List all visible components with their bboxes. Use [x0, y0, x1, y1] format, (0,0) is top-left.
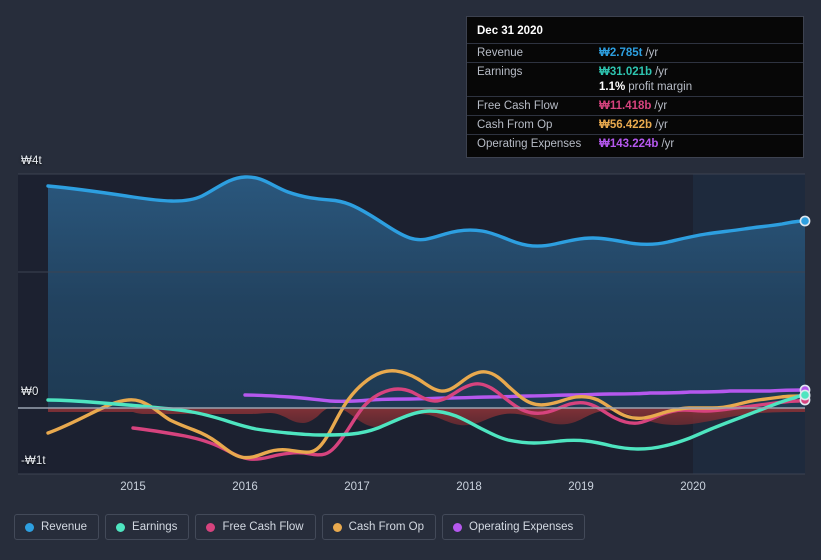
- tooltip-label-free-cash-flow: Free Cash Flow: [477, 100, 559, 112]
- tooltip-row-profit-margin: 1.1% profit margin: [467, 81, 803, 96]
- tooltip-value-operating-expenses: ₩143.224b: [599, 138, 659, 150]
- legend-item-earnings[interactable]: Earnings: [105, 514, 190, 540]
- endpoint-marker-revenue[interactable]: [799, 215, 811, 227]
- endpoint-marker-earnings[interactable]: [799, 389, 811, 401]
- legend-dot-cash-from-op-icon: [332, 522, 342, 532]
- tooltip-label-revenue: Revenue: [477, 47, 524, 59]
- tooltip-row-earnings: Earnings ₩31.021b /yr: [467, 62, 803, 81]
- tooltip-value-profit-margin: 1.1%: [599, 81, 626, 93]
- tooltip-value-earnings: ₩31.021b: [599, 66, 653, 78]
- data-tooltip: Dec 31 2020 Revenue ₩2.785t /yr Earnings…: [466, 16, 804, 158]
- tooltip-value-revenue: ₩2.785t: [599, 47, 643, 59]
- tooltip-label-cash-from-op: Cash From Op: [477, 119, 553, 131]
- x-axis-label-2019: 2019: [568, 481, 594, 493]
- x-axis-label-2017: 2017: [344, 481, 370, 493]
- legend-dot-free-cash-flow-icon: [206, 522, 216, 532]
- chart-legend: Revenue Earnings Free Cash Flow Cash Fro…: [14, 514, 586, 540]
- x-axis-label-2015: 2015: [120, 481, 146, 493]
- x-axis-label-2020: 2020: [680, 481, 706, 493]
- x-axis-label-2018: 2018: [456, 481, 482, 493]
- legend-dot-revenue-icon: [25, 522, 34, 532]
- legend-label-free-cash-flow: Free Cash Flow: [222, 521, 304, 533]
- financial-area-chart: ₩4t ₩0 -₩1t 2015 2016 2017 2018 2019 202…: [0, 0, 821, 560]
- tooltip-unit-earnings: /yr: [655, 66, 668, 78]
- y-axis-label-neg1t: -₩1t: [21, 455, 46, 467]
- y-axis-label-0: ₩0: [21, 386, 39, 398]
- tooltip-row-cash-from-op: Cash From Op ₩56.422b /yr: [467, 115, 803, 134]
- legend-item-operating-expenses[interactable]: Operating Expenses: [442, 514, 586, 540]
- legend-dot-earnings-icon: [116, 522, 126, 532]
- tooltip-value-free-cash-flow: ₩11.418b: [599, 100, 652, 112]
- legend-item-free-cash-flow[interactable]: Free Cash Flow: [195, 514, 316, 540]
- tooltip-row-free-cash-flow: Free Cash Flow ₩11.418b /yr: [467, 96, 803, 115]
- tooltip-label-earnings: Earnings: [477, 66, 523, 78]
- legend-item-revenue[interactable]: Revenue: [14, 514, 100, 540]
- tooltip-value-cash-from-op: ₩56.422b: [599, 119, 653, 131]
- legend-label-revenue: Revenue: [41, 521, 88, 533]
- tooltip-label-operating-expenses: Operating Expenses: [477, 138, 582, 150]
- tooltip-unit-revenue: /yr: [645, 47, 659, 59]
- tooltip-title: Dec 31 2020: [477, 25, 543, 37]
- legend-dot-operating-expenses-icon: [453, 522, 463, 532]
- tooltip-unit-profit-margin: profit margin: [628, 81, 693, 93]
- tooltip-unit-cash-from-op: /yr: [655, 119, 668, 131]
- tooltip-unit-free-cash-flow: /yr: [654, 100, 668, 112]
- tooltip-unit-operating-expenses: /yr: [661, 138, 675, 150]
- legend-label-operating-expenses: Operating Expenses: [469, 521, 574, 533]
- legend-label-earnings: Earnings: [132, 521, 178, 533]
- x-axis-label-2016: 2016: [232, 481, 258, 493]
- tooltip-row-revenue: Revenue ₩2.785t /yr: [467, 43, 803, 62]
- y-axis-label-4t: ₩4t: [21, 155, 42, 167]
- legend-label-cash-from-op: Cash From Op: [348, 521, 425, 533]
- legend-item-cash-from-op[interactable]: Cash From Op: [321, 514, 437, 540]
- tooltip-row-operating-expenses: Operating Expenses ₩143.224b /yr: [467, 134, 803, 153]
